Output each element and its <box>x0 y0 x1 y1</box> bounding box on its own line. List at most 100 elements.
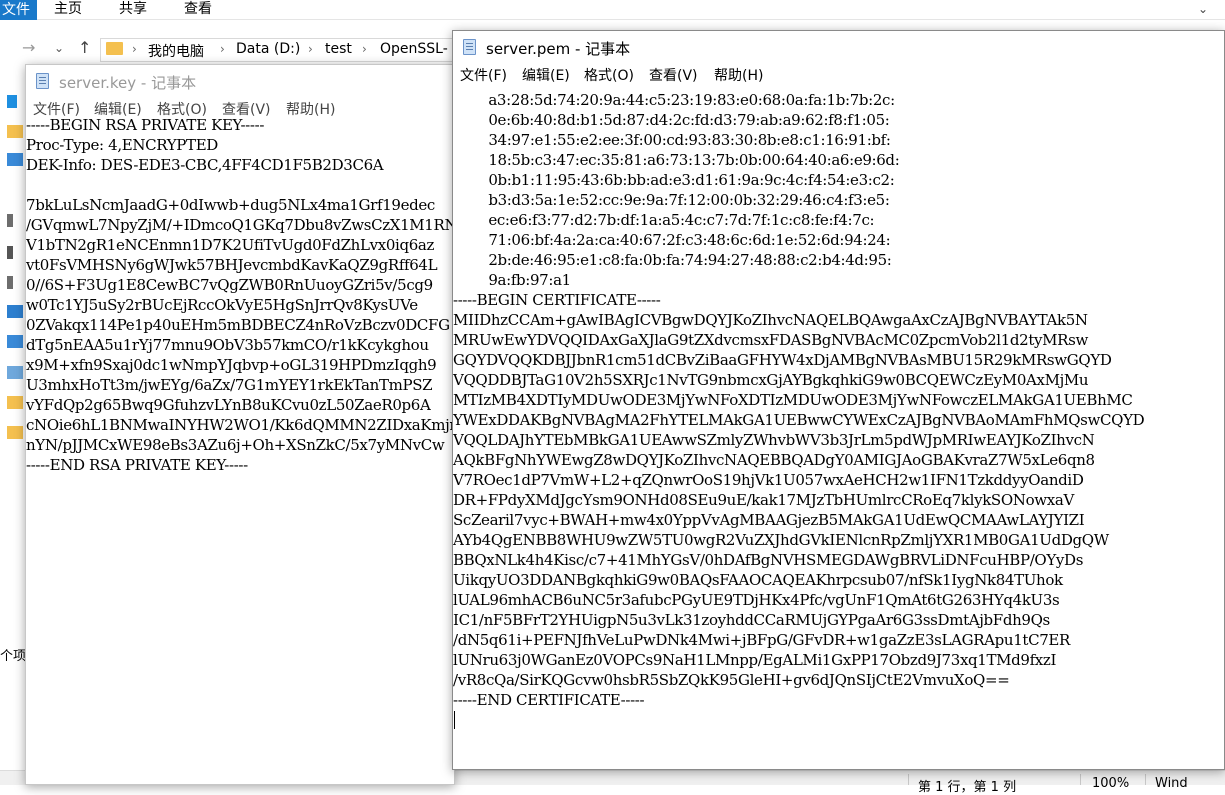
drive-icon[interactable] <box>7 276 13 289</box>
text-line: UikqyUO3DDANBgkqhkiG9w0BAQsFAAOCAQEAKhrp… <box>453 571 1063 589</box>
text-line: lUNru63j0WGanEz0VOPCs9NaH1LMnpp/EgALMi1G… <box>453 651 1057 669</box>
notepad-window-server-key[interactable]: server.key - 记事本 文件(F) 编辑(E) 格式(O) 查看(V)… <box>25 64 455 785</box>
text-line: lUAL96mhACB6uNC5r3afubcPGyUE9TDjHKx4Pfc/… <box>453 591 1060 609</box>
text-line: DEK-Info: DES-EDE3-CBC,4FF4CD1F5B2D3C6A <box>26 156 384 174</box>
text-line: w0Tc1YJ5uSy2rBUcEjRccOkVyE5HgSnJrrQv8Kys… <box>26 296 418 314</box>
drive-icon[interactable] <box>7 214 13 227</box>
menu-edit[interactable]: 编辑(E) <box>522 65 570 85</box>
network-icon[interactable] <box>7 305 23 318</box>
text-line: nYN/pJJMCxWE98eBs3AZu6j+Oh+XSnZkC/5x7yMN… <box>26 436 445 454</box>
title-bar[interactable]: server.pem - 记事本 <box>453 31 1224 63</box>
status-divider <box>908 774 909 785</box>
breadcrumb-separator-icon: › <box>362 42 367 56</box>
text-line: /vR8cQa/SirKQGcvw0hsbR5SbZQkK95GleHI+gv6… <box>453 671 1010 689</box>
drive-icon[interactable] <box>7 246 13 259</box>
item-count-label: 个项 <box>0 649 27 664</box>
breadcrumb-openssl[interactable]: OpenSSL- <box>380 41 448 57</box>
text-line: V7ROec1dP7VmW+L2+qZQnwrOoS19hjVk1U057wxA… <box>453 471 1084 489</box>
text-line: 71:06:bf:4a:2a:ca:40:67:2f:c3:48:6c:6d:1… <box>453 231 891 249</box>
notepad-window-server-pem[interactable]: server.pem - 记事本 文件(F) 编辑(E) 格式(O) 查看(V)… <box>452 30 1225 770</box>
menu-bar: 文件(F) 编辑(E) 格式(O) 查看(V) 帮助(H) <box>453 63 1224 85</box>
text-line: 0b:b1:11:95:43:6b:bb:ad:e3:d1:61:9a:9c:4… <box>453 171 895 189</box>
text-line: AQkBFgNhYWEwgZ8wDQYJKoZIhvcNAQEBBQADgY0A… <box>453 451 1095 469</box>
ribbon-tab-share[interactable]: 共享 <box>119 0 147 20</box>
text-line: -----END RSA PRIVATE KEY----- <box>26 456 248 474</box>
desktop-icon[interactable] <box>7 153 23 166</box>
menu-help[interactable]: 帮助(H) <box>286 99 335 119</box>
text-line: BBQxNLk4h4Kisc/c7+41MhYGsV/0hDAfBgNVHSME… <box>453 551 1084 569</box>
text-line: MIIDhzCCAm+gAwIBAgICVBgwDQYJKoZIhvcNAQEL… <box>453 311 1088 329</box>
text-line: 9a:fb:97:a1 <box>453 271 571 289</box>
forward-arrow-icon[interactable]: → <box>22 38 35 57</box>
menu-bar: 文件(F) 编辑(E) 格式(O) 查看(V) 帮助(H) <box>26 97 454 119</box>
text-line: 34:97:e1:55:e2:ee:3f:00:cd:93:83:30:8b:e… <box>453 131 891 149</box>
breadcrumb-separator-icon: › <box>308 42 313 56</box>
text-line: -----BEGIN CERTIFICATE----- <box>453 291 661 309</box>
text-cursor <box>454 711 455 729</box>
menu-view[interactable]: 查看(V) <box>649 65 698 85</box>
text-line: a3:28:5d:74:20:9a:44:c5:23:19:83:e0:68:0… <box>453 91 895 109</box>
text-line: -----BEGIN RSA PRIVATE KEY----- <box>26 116 265 134</box>
text-line: V1bTN2gR1eNCEnmn1D7K2UfiTvUgd0FdZhLvx0iq… <box>26 236 435 254</box>
menu-file[interactable]: 文件(F) <box>460 65 507 85</box>
text-line: YWExDDAKBgNVBAgMA2FhYTELMAkGA1UEBwwCYWEx… <box>453 411 1145 429</box>
breadcrumb-separator-icon: › <box>132 42 137 56</box>
text-line: vYFdQp2g65Bwq9GfuhzvLYnB8uKCvu0zL50ZaeR0… <box>26 396 431 414</box>
text-line: ScZearil7vyc+BWAH+mw4x0YppVvAgMBAAGjezB5… <box>453 511 1085 529</box>
text-line: 2b:de:46:95:e1:c8:fa:0b:fa:74:94:27:48:8… <box>453 251 892 269</box>
folder-icon <box>106 42 123 55</box>
monitor-icon[interactable] <box>7 335 23 348</box>
text-area[interactable]: a3:28:5d:74:20:9a:44:c5:23:19:83:e0:68:0… <box>453 83 1224 769</box>
text-line: 7bkLuLsNcmJaadG+0dIwwb+dug5NLx4ma1Grf19e… <box>26 196 435 214</box>
text-line: cNOie6hL1BNMwaINYHW2WO1/Kk6dQMMN2ZIDxaKm… <box>26 416 455 434</box>
ribbon-tab-view[interactable]: 查看 <box>184 0 212 20</box>
text-line: AYb4QgENBB8WHU9wZW5TU0wgR2VuZXJhdGVkIENl… <box>453 531 1109 549</box>
notepad-icon <box>463 39 476 55</box>
menu-help[interactable]: 帮助(H) <box>714 65 763 85</box>
text-line: VQQDDBJTaG10V2h5SXRJc1NvTG9nbmcxGjAYBgkq… <box>453 371 1089 389</box>
text-line: MRUwEwYDVQQIDAxGaXJlaG9tZXdvcmsxFDASBgNV… <box>453 331 1088 349</box>
quick-access-icon[interactable] <box>7 95 17 108</box>
breadcrumb-test[interactable]: test <box>325 41 352 57</box>
text-line: dTg5nEAA5u1rYj77mnu9ObV3b57kmCO/r1kKcykg… <box>26 336 429 354</box>
ribbon-file-tab[interactable]: 文件 <box>0 0 37 20</box>
text-line: 18:5b:c3:47:ec:35:81:a6:73:13:7b:0b:00:6… <box>453 151 900 169</box>
status-divider <box>1145 774 1146 785</box>
status-position: 第 1 行，第 1 列 <box>918 780 1017 795</box>
status-zoom: 100% <box>1092 776 1130 791</box>
text-line: GQYDVQQKDBJJbnR1cm51dCBvZiBaaGFHYW4xDjAM… <box>453 351 1112 369</box>
folder-icon[interactable] <box>7 125 23 138</box>
text-line: /dN5q61i+PEFNJfhVeLuPwDNk4Mwi+jBFpG/GFvD… <box>453 631 1070 649</box>
navigation-pane <box>0 90 25 690</box>
breadcrumb-drive-d[interactable]: Data (D:) <box>236 41 300 57</box>
text-line: ec:e6:f3:77:d2:7b:df:1a:a5:4c:c7:7d:7f:1… <box>453 211 875 229</box>
recent-locations-icon[interactable]: ⌄ <box>54 41 64 55</box>
text-line: U3mhxHoTt3m/jwEYg/6aZx/7G1mYEY1rkEkTanTm… <box>26 376 433 394</box>
menu-format[interactable]: 格式(O) <box>584 65 634 85</box>
status-divider <box>1080 774 1081 785</box>
text-area[interactable]: -----BEGIN RSA PRIVATE KEY----- Proc-Type… <box>26 116 455 784</box>
text-line: /GVqmwL7NpyZjM/+IDmcoQ1GKq7Dbu8vZwsCzX1M… <box>26 216 455 234</box>
breadcrumb-separator-icon: › <box>220 42 225 56</box>
text-line: -----END CERTIFICATE----- <box>453 691 645 709</box>
folder-icon[interactable] <box>7 396 23 409</box>
title-bar[interactable]: server.key - 记事本 <box>26 65 454 97</box>
window-title: server.pem - 记事本 <box>486 40 631 58</box>
text-line: MTIzMB4XDTIyMDUwODE3MjYwNFoXDTIzMDUwODE3… <box>453 391 1133 409</box>
text-line: x9M+xfn9Sxaj0dc1wNmpYJqbvp+oGL319HPDmzIq… <box>26 356 437 374</box>
recycle-icon[interactable] <box>7 366 23 379</box>
text-line: IC1/nF5BFrT2YHUigpN5u3vLk31zoyhddCCaRMUj… <box>453 611 1050 629</box>
text-line: Proc-Type: 4,ENCRYPTED <box>26 136 218 154</box>
text-line: DR+FPdyXMdJgcYsm9ONHd08SEu9uE/kak17MJzTb… <box>453 491 1074 509</box>
notepad-icon <box>36 73 49 89</box>
folder-icon[interactable] <box>7 426 23 439</box>
status-encoding: Wind <box>1155 776 1188 791</box>
text-line: 0//6S+F3Ug1E8CewBC7vQgZWB0RnUuoyGZri5v/5… <box>26 276 433 294</box>
breadcrumb-my-computer[interactable]: 我的电脑 <box>148 41 204 61</box>
text-line: b3:d3:5a:1e:52:cc:9e:9a:7f:12:00:0b:32:2… <box>453 191 890 209</box>
window-title: server.key - 记事本 <box>59 74 197 92</box>
ribbon-tab-home[interactable]: 主页 <box>54 0 82 20</box>
text-line: 0ZVakqx114Pe1p40uEHm5mBDBECZ4nRoVzBczv0D… <box>26 316 450 334</box>
up-arrow-icon[interactable]: ↑ <box>78 38 91 57</box>
ribbon-expand-icon[interactable]: ⌄ <box>1198 2 1208 16</box>
